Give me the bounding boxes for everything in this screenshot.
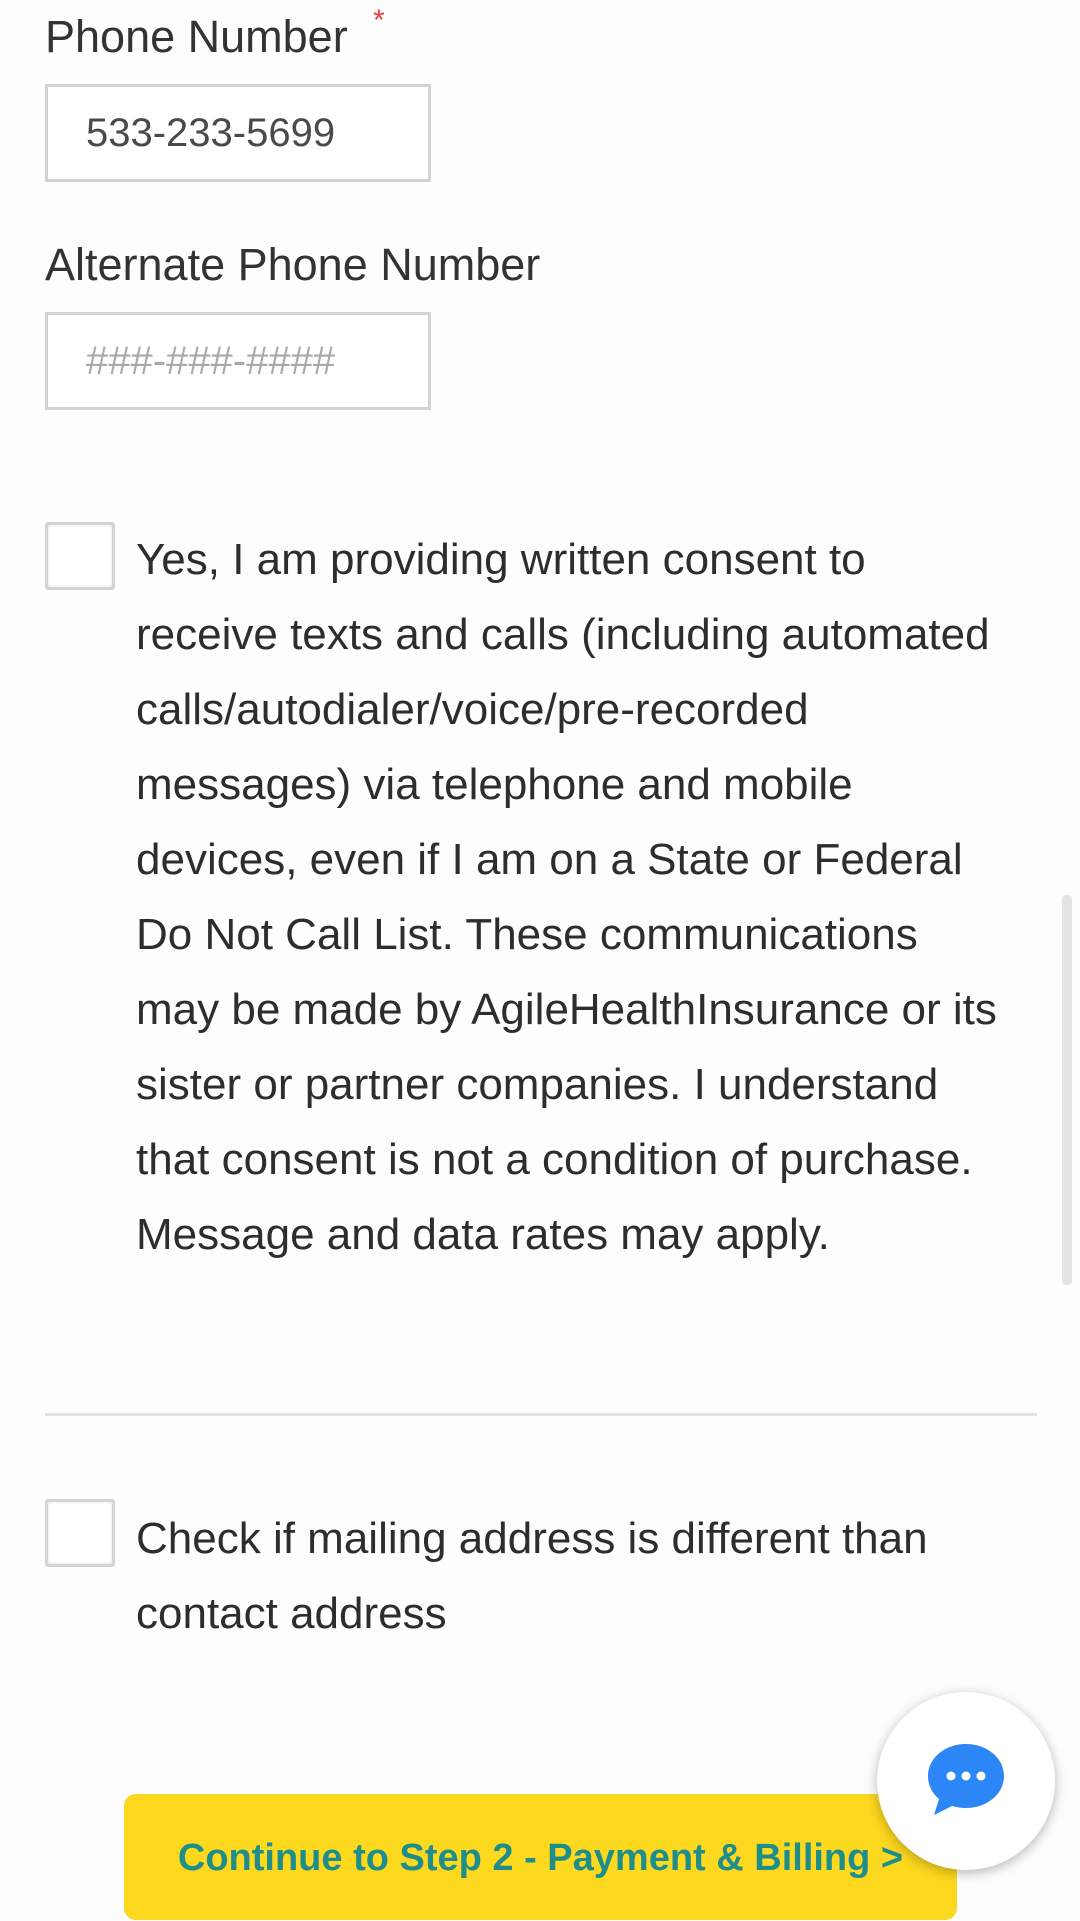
consent-checkbox[interactable] <box>45 522 115 590</box>
alternate-phone-label: Alternate Phone Number <box>45 239 541 290</box>
chat-bubble-icon <box>928 1744 1004 1815</box>
required-indicator: * <box>373 4 385 37</box>
chat-button[interactable] <box>877 1692 1055 1870</box>
mailing-address-checkbox[interactable] <box>45 1499 115 1567</box>
continue-to-step-2-button[interactable]: Continue to Step 2 - Payment & Billing > <box>124 1794 957 1920</box>
mailing-address-text: Check if mailing address is different th… <box>136 1514 928 1638</box>
scrollbar-thumb[interactable] <box>1062 895 1072 1285</box>
phone-number-input[interactable] <box>48 87 428 179</box>
alternate-phone-input[interactable] <box>48 315 428 407</box>
section-divider <box>45 1413 1037 1416</box>
consent-text: Yes, I am providing written consent to r… <box>136 535 997 1259</box>
phone-number-label: Phone Number <box>45 11 348 62</box>
alternate-phone-field <box>45 312 431 410</box>
phone-number-field <box>45 84 431 182</box>
